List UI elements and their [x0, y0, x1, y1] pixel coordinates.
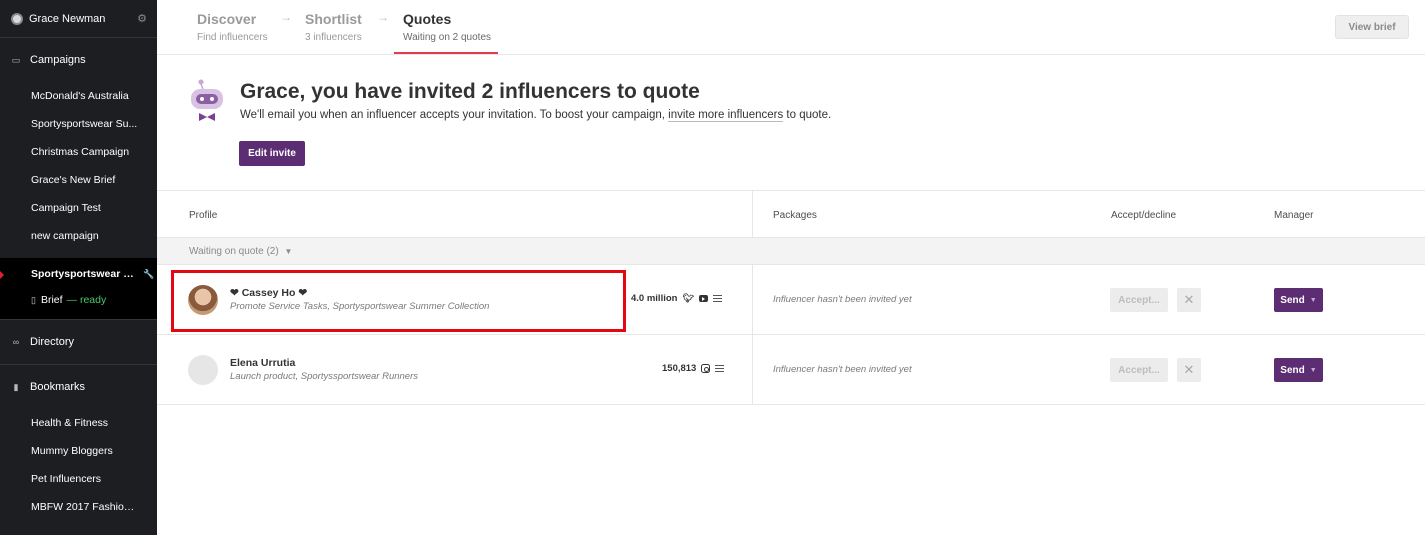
step-subtitle: Find influencers	[197, 32, 268, 43]
edit-invite-button[interactable]: Edit invite	[239, 141, 305, 166]
document-icon: ▯	[31, 294, 36, 305]
sidebar-item-bookmark[interactable]: Health & Fitness	[0, 409, 157, 437]
package-note: Influencer hasn't been invited yet	[773, 294, 912, 305]
sidebar-active-campaign: Sportysportswear S... 🔧 ▯ Brief — ready	[0, 258, 157, 319]
user-menu[interactable]: Grace Newman ⚙	[0, 0, 157, 38]
step-discover[interactable]: Discover Find influencers	[197, 11, 268, 43]
sidebar-item-campaign[interactable]: new campaign	[0, 222, 157, 250]
invite-banner: Grace, you have invited 2 influencers to…	[157, 56, 1425, 191]
group-label: Waiting on quote (2) ▼	[189, 246, 292, 257]
follower-count-value: 150,813	[662, 363, 697, 374]
sidebar-campaigns-header[interactable]: ▭ Campaigns	[0, 38, 157, 82]
user-name: Grace Newman	[29, 12, 106, 25]
step-title: Discover	[197, 11, 257, 27]
influencer-name[interactable]: Elena Urrutia	[230, 357, 295, 369]
sidebar-bookmarks-header[interactable]: ▮ Bookmarks	[0, 365, 157, 409]
robot-icon	[191, 79, 223, 121]
header-accept: Accept/decline	[1111, 210, 1177, 221]
banner-text: We'll email you when an influencer accep…	[240, 109, 832, 122]
sidebar-item-campaign[interactable]: Campaign Test	[0, 194, 157, 222]
influencer-name[interactable]: ❤ Cassey Ho ❤	[230, 287, 307, 299]
step-subtitle: Waiting on 2 quotes	[403, 32, 492, 43]
avatar	[188, 355, 218, 385]
gear-icon[interactable]: ⚙	[137, 12, 147, 25]
header-profile: Profile	[189, 210, 218, 221]
step-quotes[interactable]: Quotes Waiting on 2 quotes	[403, 11, 491, 43]
blog-icon	[715, 365, 725, 372]
step-title: Quotes	[403, 11, 452, 27]
package-note: Influencer hasn't been invited yet	[773, 364, 912, 375]
banner-text-after: to quote.	[786, 109, 832, 121]
send-button[interactable]: Send ▼	[1274, 288, 1323, 312]
sidebar-item-campaign[interactable]: Christmas Campaign	[0, 138, 157, 166]
send-label: Send	[1280, 364, 1305, 376]
active-step-underline	[394, 52, 498, 54]
bookmarks-label: Bookmarks	[30, 381, 86, 393]
influencer-campaigns: Launch product, Sportyssportswear Runner…	[230, 371, 418, 382]
briefcase-icon: ▭	[11, 54, 21, 65]
influencer-campaigns: Promote Service Tasks, Sportysportswear …	[230, 301, 490, 312]
brief-status: — ready	[66, 294, 107, 306]
wrench-icon[interactable]: 🔧	[143, 269, 154, 280]
step-shortlist[interactable]: Shortlist 3 influencers	[305, 11, 362, 43]
sidebar-item-bookmark[interactable]: Mummy Bloggers	[0, 437, 157, 465]
view-brief-button[interactable]: View brief	[1335, 15, 1409, 39]
youtube-icon	[698, 295, 708, 302]
follower-count: 150,813	[662, 363, 725, 374]
group-row[interactable]: Waiting on quote (2) ▼	[157, 238, 1425, 265]
avatar	[188, 285, 218, 315]
send-button[interactable]: Send ▼	[1274, 358, 1323, 382]
arrow-right-icon: →	[280, 10, 292, 24]
twitter-icon: 🐦︎	[682, 293, 694, 303]
top-bar: Discover Find influencers → Shortlist 3 …	[157, 0, 1425, 55]
step-subtitle: 3 influencers	[305, 32, 362, 43]
invite-more-link[interactable]: invite more influencers	[668, 109, 784, 122]
sidebar-item-campaign[interactable]: Grace's New Brief	[0, 166, 157, 194]
table-row[interactable]: Elena Urrutia Launch product, Sportysspo…	[157, 335, 1425, 405]
sidebar-item-brief[interactable]: ▯ Brief — ready	[0, 294, 157, 306]
active-indicator-icon	[0, 271, 4, 279]
caret-down-icon: ▼	[284, 247, 293, 256]
column-divider	[752, 265, 753, 335]
arrow-right-icon: →	[377, 10, 389, 24]
binoculars-icon: ∞	[12, 337, 20, 347]
table-header: Profile Packages Accept/decline Manager	[157, 191, 1425, 238]
directory-label: Directory	[30, 336, 75, 348]
accept-button[interactable]: Accept...	[1110, 288, 1168, 312]
sidebar-item-bookmark[interactable]: Pet Influencers	[0, 465, 157, 493]
group-label-text: Waiting on quote (2)	[189, 246, 279, 257]
decline-button[interactable]: ✕	[1177, 358, 1201, 382]
blog-icon	[712, 295, 722, 302]
send-label: Send	[1280, 294, 1305, 306]
sidebar-item-campaign[interactable]: McDonald's Australia	[0, 82, 157, 110]
step-title: Shortlist	[305, 11, 362, 27]
follower-count: 4.0 million 🐦︎	[631, 293, 722, 304]
sidebar-item-campaign[interactable]: Sportysportswear Su...	[0, 110, 157, 138]
accept-button[interactable]: Accept...	[1110, 358, 1168, 382]
active-campaign-label: Sportysportswear S...	[31, 268, 137, 280]
instagram-icon	[701, 364, 711, 373]
banner-text-before: We'll email you when an influencer accep…	[240, 109, 665, 121]
column-divider	[752, 191, 753, 238]
header-packages: Packages	[773, 210, 817, 221]
bookmark-icon: ▮	[13, 381, 19, 392]
table-row[interactable]: ❤ Cassey Ho ❤ Promote Service Tasks, Spo…	[157, 265, 1425, 335]
brief-label: Brief	[40, 294, 63, 306]
sidebar: Grace Newman ⚙ ▭ Campaigns McDonald's Au…	[0, 0, 157, 535]
header-manager: Manager	[1274, 210, 1314, 221]
caret-down-icon: ▼	[1309, 296, 1317, 304]
sidebar-item-bookmark[interactable]: MBFW 2017 Fashion I...	[0, 493, 157, 521]
banner-title: Grace, you have invited 2 influencers to…	[240, 80, 700, 103]
user-avatar	[11, 12, 23, 25]
active-campaign-title[interactable]: Sportysportswear S... 🔧	[0, 266, 157, 282]
follower-count-value: 4.0 million	[631, 293, 678, 304]
caret-down-icon: ▼	[1309, 366, 1317, 374]
decline-button[interactable]: ✕	[1177, 288, 1201, 312]
campaigns-label: Campaigns	[30, 54, 86, 66]
column-divider	[752, 335, 753, 405]
sidebar-directory[interactable]: ∞ Directory	[0, 320, 157, 364]
